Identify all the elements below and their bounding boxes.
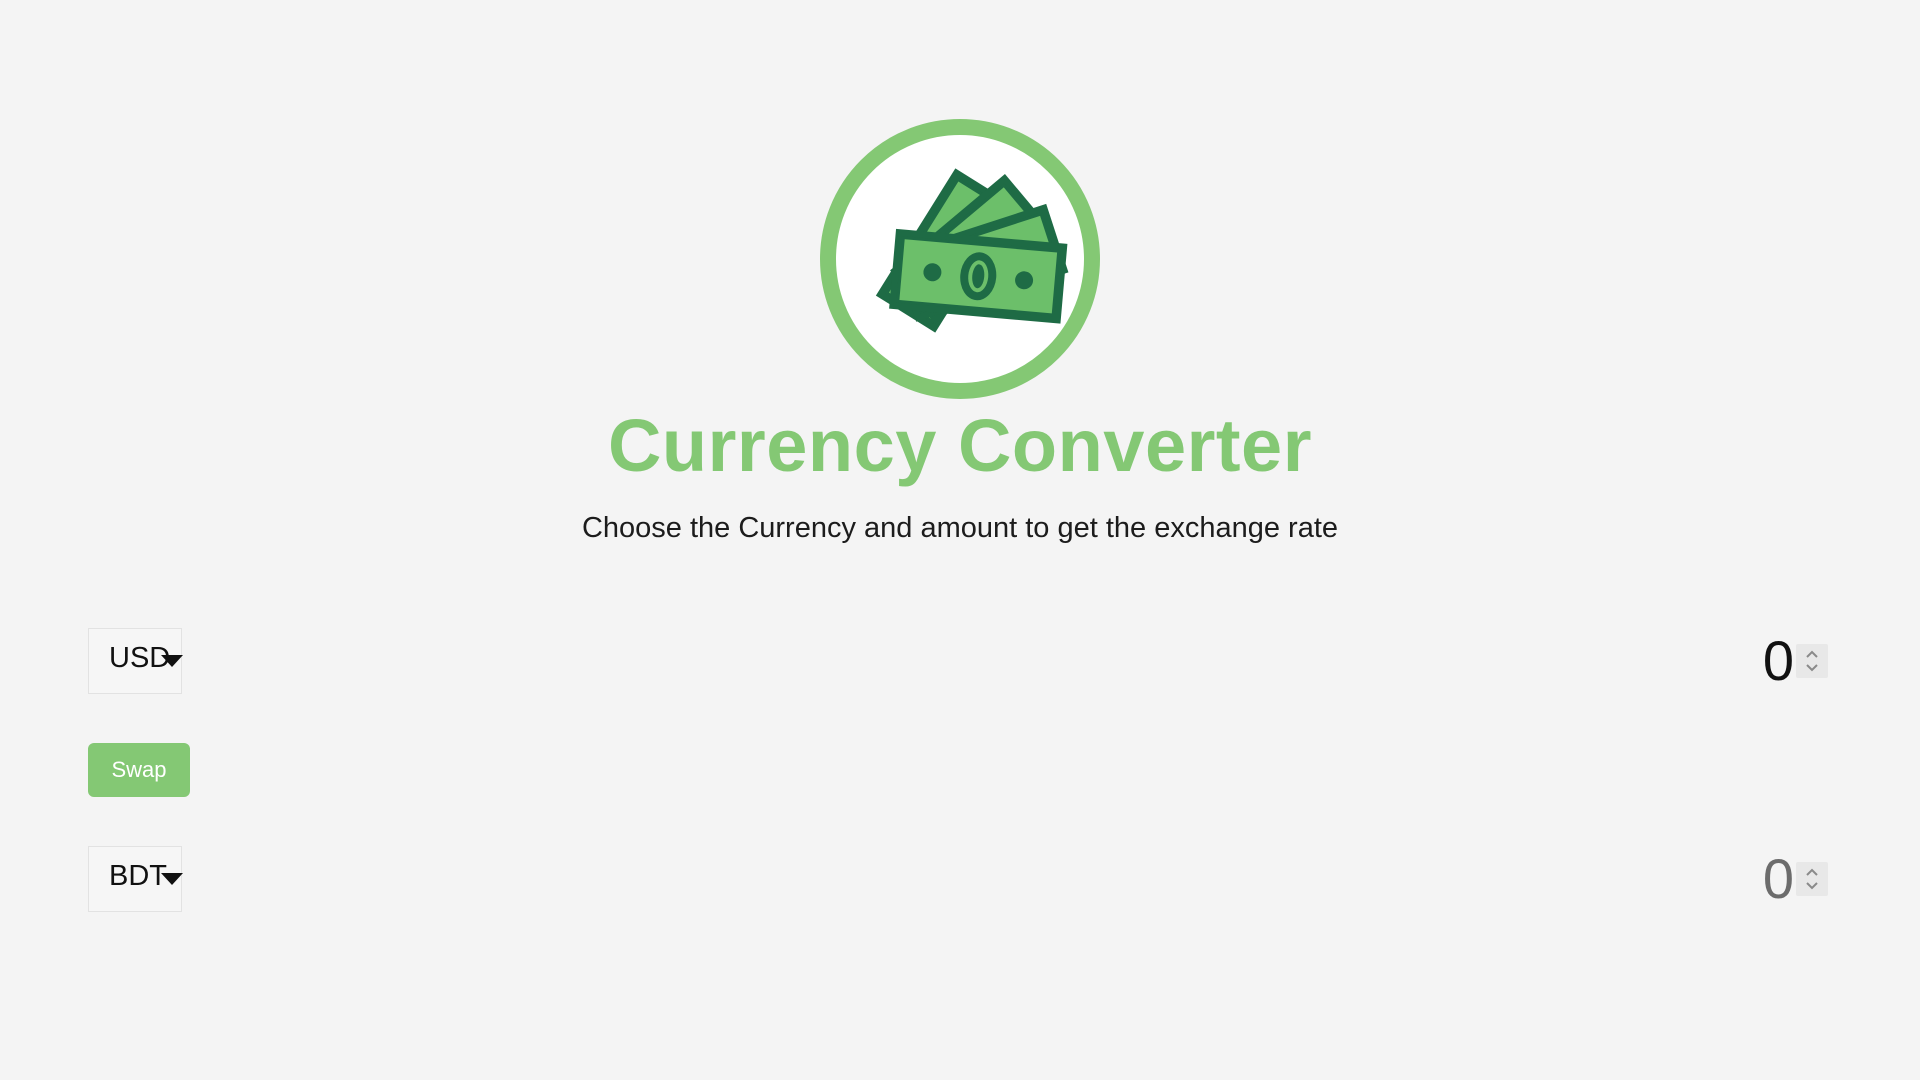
page-title: Currency Converter <box>607 404 1312 487</box>
up-down-chevron-icon <box>1806 650 1818 672</box>
caret-down-icon <box>161 873 183 885</box>
swap-button[interactable]: Swap <box>88 743 190 797</box>
currency-converter-page: Currency Converter Choose the Currency a… <box>0 0 1920 1080</box>
from-amount-input[interactable]: 0 <box>1763 631 1828 691</box>
from-amount-spinner[interactable] <box>1796 644 1828 678</box>
caret-down-icon <box>161 655 183 667</box>
up-down-chevron-icon <box>1806 868 1818 890</box>
to-amount-value: 0 <box>1762 847 1794 910</box>
page-subtitle: Choose the Currency and amount to get th… <box>581 512 1339 544</box>
to-currency-select[interactable]: BDT <box>88 846 183 912</box>
money-bills-icon <box>820 119 1100 399</box>
to-amount-spinner[interactable] <box>1796 862 1828 896</box>
to-currency-code: BDT <box>109 860 167 892</box>
from-currency-select[interactable]: USD <box>88 628 183 694</box>
from-amount-value: 0 <box>1762 629 1794 692</box>
to-amount-input[interactable]: 0 <box>1763 849 1828 909</box>
